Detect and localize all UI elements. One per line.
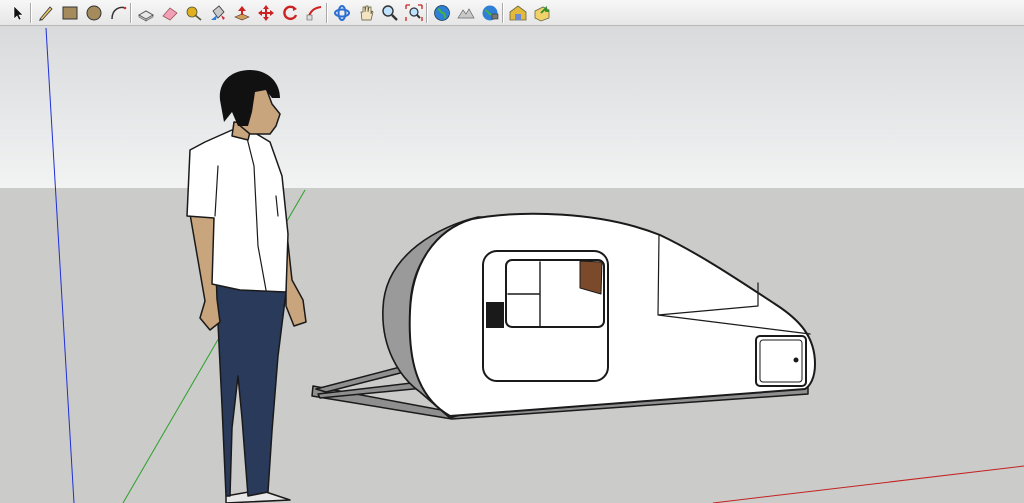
toolbar-separator bbox=[326, 3, 328, 23]
sky bbox=[0, 26, 1024, 189]
terrain-icon bbox=[457, 8, 475, 19]
zoom-extents-tool-button[interactable] bbox=[404, 3, 424, 23]
make-component-tool-button[interactable] bbox=[136, 3, 156, 23]
pencil-icon bbox=[39, 6, 53, 21]
toggle-terrain-tool-button[interactable] bbox=[456, 3, 476, 23]
eraser-icon bbox=[162, 7, 178, 21]
push-pull-tool-button[interactable] bbox=[232, 3, 252, 23]
zoom-extents-icon bbox=[405, 4, 423, 21]
model-viewport[interactable] bbox=[0, 26, 1024, 503]
follow-me-icon bbox=[306, 6, 322, 21]
rotate-tool-button[interactable] bbox=[280, 3, 300, 23]
trailer-interior-cabinet bbox=[579, 260, 603, 295]
orbit-icon bbox=[334, 5, 350, 21]
main-toolbar bbox=[0, 0, 1024, 26]
arrow-cursor-icon bbox=[13, 5, 24, 21]
warehouse-icon bbox=[509, 5, 527, 21]
toolbar-separator bbox=[130, 3, 132, 23]
magnifier-icon bbox=[382, 5, 398, 21]
select-tool-button[interactable] bbox=[8, 3, 28, 23]
trailer-hatch-handle bbox=[793, 357, 799, 363]
arc-tool-button[interactable] bbox=[108, 3, 128, 23]
zoom-tool-button[interactable] bbox=[380, 3, 400, 23]
orbit-tool-button[interactable] bbox=[332, 3, 352, 23]
extension-warehouse-tool-button[interactable] bbox=[532, 3, 552, 23]
rotate-icon bbox=[283, 5, 298, 21]
toolbar-separator bbox=[426, 3, 428, 23]
paint-bucket-tool-button[interactable] bbox=[208, 3, 228, 23]
circle-tool-button[interactable] bbox=[84, 3, 104, 23]
hand-icon bbox=[360, 5, 374, 21]
3d-warehouse-tool-button[interactable] bbox=[508, 3, 528, 23]
trailer-door-latch bbox=[486, 302, 504, 328]
eraser-tool-button[interactable] bbox=[160, 3, 180, 23]
rectangle-icon bbox=[62, 6, 78, 20]
move-icon bbox=[258, 5, 274, 21]
toolbar-separator bbox=[30, 3, 32, 23]
toolbar-separator bbox=[502, 3, 504, 23]
rectangle-tool-button[interactable] bbox=[60, 3, 80, 23]
tape-measure-tool-button[interactable] bbox=[184, 3, 204, 23]
line-tool-button[interactable] bbox=[36, 3, 56, 23]
paint-bucket-icon bbox=[211, 5, 225, 20]
photo-textures-tool-button[interactable] bbox=[480, 3, 500, 23]
trailer-rear-hatch bbox=[755, 335, 807, 387]
tape-measure-icon bbox=[186, 6, 202, 21]
pan-tool-button[interactable] bbox=[356, 3, 376, 23]
push-pull-icon bbox=[234, 6, 250, 21]
component-icon bbox=[137, 10, 155, 22]
move-tool-button[interactable] bbox=[256, 3, 276, 23]
follow-me-tool-button[interactable] bbox=[304, 3, 324, 23]
get-location-tool-button[interactable] bbox=[432, 3, 452, 23]
earth-camera-icon bbox=[482, 5, 499, 21]
arc-icon bbox=[111, 6, 127, 20]
share-model-icon bbox=[534, 5, 550, 22]
globe-icon bbox=[434, 5, 450, 21]
circle-icon bbox=[86, 5, 102, 21]
